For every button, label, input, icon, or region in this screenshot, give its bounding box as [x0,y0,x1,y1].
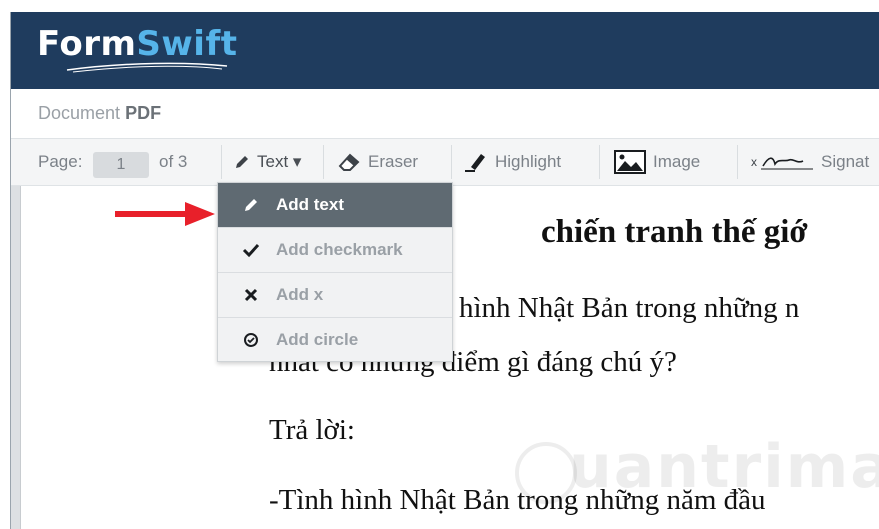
highlighter-icon [465,154,485,172]
text-tool-menu: Add text Add checkmark Add x Add circle [217,182,453,362]
document-heading: chiến tranh thế giớ [541,214,808,250]
pencil-icon [240,196,262,214]
toolbar-divider [451,145,452,179]
signature-tool-button[interactable]: x Signat [751,139,869,185]
menu-item-add-checkmark[interactable]: Add checkmark [218,228,452,273]
document-title: Document PDF [38,103,162,123]
text-tool-button[interactable]: Text ▾ [233,139,301,185]
menu-item-add-text[interactable]: Add text [218,183,452,228]
page-edge [11,186,21,529]
eraser-icon [338,153,360,171]
page-label: Page: [38,152,83,171]
toolbar-divider [221,145,222,179]
document-text-line: hình Nhật Bản trong những n [459,292,800,324]
image-icon [614,150,646,174]
page-count-label: of 3 [159,152,188,171]
x-icon [240,288,262,302]
toolbar-divider [599,145,600,179]
watermark-logo-icon [515,442,577,504]
image-tool-button[interactable]: Image [613,139,700,185]
red-arrow-annotation [115,202,215,226]
logo-swoosh-icon [66,62,228,73]
app-header: FormSwift [11,12,879,89]
formswift-logo[interactable]: FormSwift [37,24,238,64]
watermark: uantrimang [569,432,879,502]
menu-item-add-circle[interactable]: Add circle [218,318,452,362]
document-title-bar: Document PDF [11,89,879,139]
circle-check-icon [240,332,262,348]
page-number-input[interactable]: 1 [93,152,149,178]
menu-item-add-x[interactable]: Add x [218,273,452,318]
editor-toolbar: Page: 1 of 3 Text ▾ Eraser Highlight Ima… [11,139,879,186]
app-window: FormSwift Document PDF Page: 1 of 3 Text… [10,12,879,529]
pencil-icon [236,156,248,168]
eraser-tool-button[interactable]: Eraser [336,139,418,185]
toolbar-divider [323,145,324,179]
document-text-line: Trả lời: [269,414,355,446]
toolbar-divider [737,145,738,179]
highlight-tool-button[interactable]: Highlight [463,139,561,185]
checkmark-icon [240,242,262,258]
signature-icon [761,157,813,170]
